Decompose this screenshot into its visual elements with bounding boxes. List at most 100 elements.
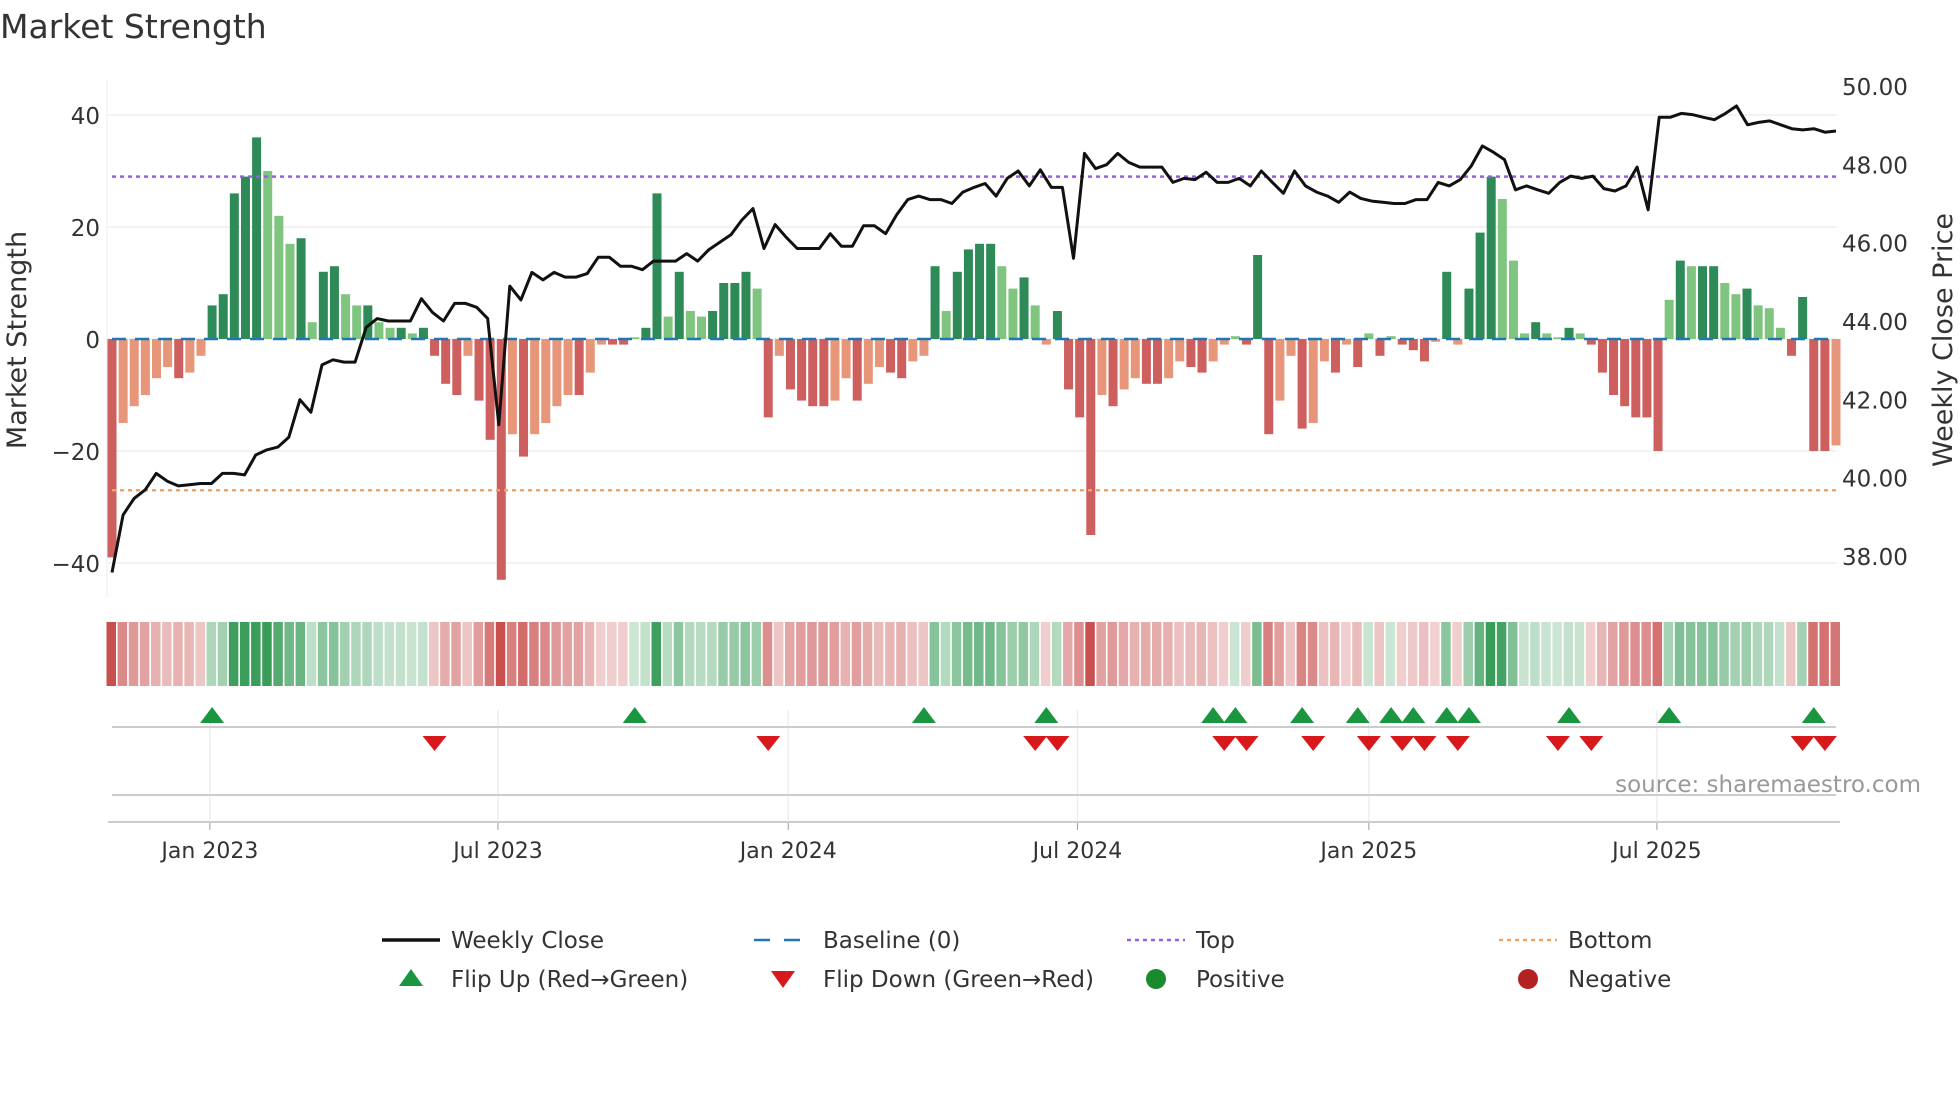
heat-cell xyxy=(195,622,205,686)
heat-cell xyxy=(384,622,395,686)
strength-bar xyxy=(1686,266,1696,339)
strength-bar xyxy=(1742,288,1752,339)
strength-bar xyxy=(285,243,295,339)
strength-bar xyxy=(541,339,551,423)
y2-tick-label: 50.00 xyxy=(1842,75,1908,101)
flip-down-marker xyxy=(1790,736,1815,751)
heat-cell xyxy=(1152,622,1162,686)
flip-up-marker xyxy=(1456,707,1481,723)
heat-cell xyxy=(1196,622,1207,686)
strength-bar xyxy=(396,327,406,339)
heat-cell xyxy=(707,622,717,686)
strength-bar xyxy=(1119,339,1129,390)
heat-cell xyxy=(1652,622,1663,686)
legend-triangle-up-icon xyxy=(399,969,423,986)
heat-cell xyxy=(851,622,862,686)
flip-up-marker xyxy=(1201,707,1226,723)
strength-bar xyxy=(1464,288,1474,339)
strength-bar xyxy=(819,339,829,407)
heat-cell xyxy=(840,622,851,686)
strength-bar xyxy=(1130,339,1140,379)
flip-up-marker xyxy=(911,707,936,723)
strength-bar xyxy=(1297,339,1307,429)
heat-cell xyxy=(440,622,450,686)
strength-bar xyxy=(452,339,462,395)
heat-cell xyxy=(1263,622,1273,686)
strength-bar xyxy=(752,288,762,339)
heat-cell xyxy=(629,622,639,686)
heat-cell xyxy=(1708,622,1718,686)
heat-cell xyxy=(873,622,884,686)
strength-bar xyxy=(1408,339,1418,351)
heat-cell xyxy=(1630,622,1640,686)
heat-cell xyxy=(1730,622,1740,686)
strength-bar xyxy=(1208,339,1218,362)
heat-cell xyxy=(1029,622,1040,686)
y-tick-label: −40 xyxy=(51,552,100,578)
heat-cell xyxy=(473,622,484,686)
heat-cell xyxy=(1329,622,1340,686)
strength-bar xyxy=(519,339,529,457)
heat-cell xyxy=(996,622,1006,686)
strength-bar xyxy=(1108,339,1118,407)
heat-cell xyxy=(607,622,617,686)
flip-down-marker xyxy=(422,736,447,751)
strength-bar xyxy=(930,266,940,339)
strength-bar xyxy=(341,294,351,339)
strength-bar xyxy=(986,243,996,339)
flip-up-marker xyxy=(1379,707,1404,723)
legend-label: Flip Up (Red→Green) xyxy=(451,967,688,993)
strength-bar xyxy=(307,322,317,339)
heat-cell xyxy=(1107,622,1118,686)
legend-circle-icon xyxy=(1518,969,1538,989)
heat-cell xyxy=(1663,622,1674,686)
strength-bar xyxy=(1597,339,1607,373)
heat-cell xyxy=(985,622,995,686)
strength-bar xyxy=(1442,271,1452,339)
strength-bar xyxy=(1531,322,1541,339)
strength-bar xyxy=(841,339,851,379)
heat-cell xyxy=(340,622,350,686)
heat-cell xyxy=(1396,622,1407,686)
heat-cell xyxy=(651,622,662,686)
legend-label: Bottom xyxy=(1568,928,1652,954)
heat-cell xyxy=(150,622,161,686)
heat-cell xyxy=(540,622,550,686)
strength-bar xyxy=(963,249,973,339)
strength-bar xyxy=(151,339,161,379)
heat-cell xyxy=(551,622,561,686)
heat-cell xyxy=(1229,622,1240,686)
heat-cell xyxy=(762,622,773,686)
flip-down-marker xyxy=(1579,736,1604,751)
strength-bar xyxy=(318,271,328,339)
heat-cell xyxy=(1596,622,1607,686)
heat-cell xyxy=(1619,622,1629,686)
heat-cell xyxy=(740,622,750,686)
legend-label: Baseline (0) xyxy=(823,928,960,954)
strength-bar xyxy=(252,137,262,339)
heat-cell xyxy=(662,622,673,686)
strength-bar xyxy=(708,311,718,339)
heat-cell xyxy=(351,622,361,686)
heat-cell xyxy=(1185,622,1195,686)
heat-cell xyxy=(518,622,528,686)
heat-cell xyxy=(273,622,283,686)
strength-bar xyxy=(919,339,929,356)
strength-bar xyxy=(1642,339,1652,418)
strength-bar xyxy=(1497,199,1507,339)
heat-cell xyxy=(395,622,406,686)
strength-bar xyxy=(1141,339,1151,384)
strength-bar xyxy=(1175,339,1185,362)
flip-up-marker xyxy=(1345,707,1370,723)
strength-bar xyxy=(585,339,595,373)
heat-cell xyxy=(228,622,239,686)
heat-cell xyxy=(1040,622,1051,686)
heat-cell xyxy=(373,622,383,686)
strength-bar xyxy=(1675,260,1685,339)
heat-cell xyxy=(217,622,228,686)
strength-bar xyxy=(952,271,962,339)
strength-bar xyxy=(1731,294,1741,339)
strength-bar xyxy=(140,339,150,395)
heat-cell xyxy=(328,622,339,686)
y-axis-label: Market Strength xyxy=(2,231,33,449)
